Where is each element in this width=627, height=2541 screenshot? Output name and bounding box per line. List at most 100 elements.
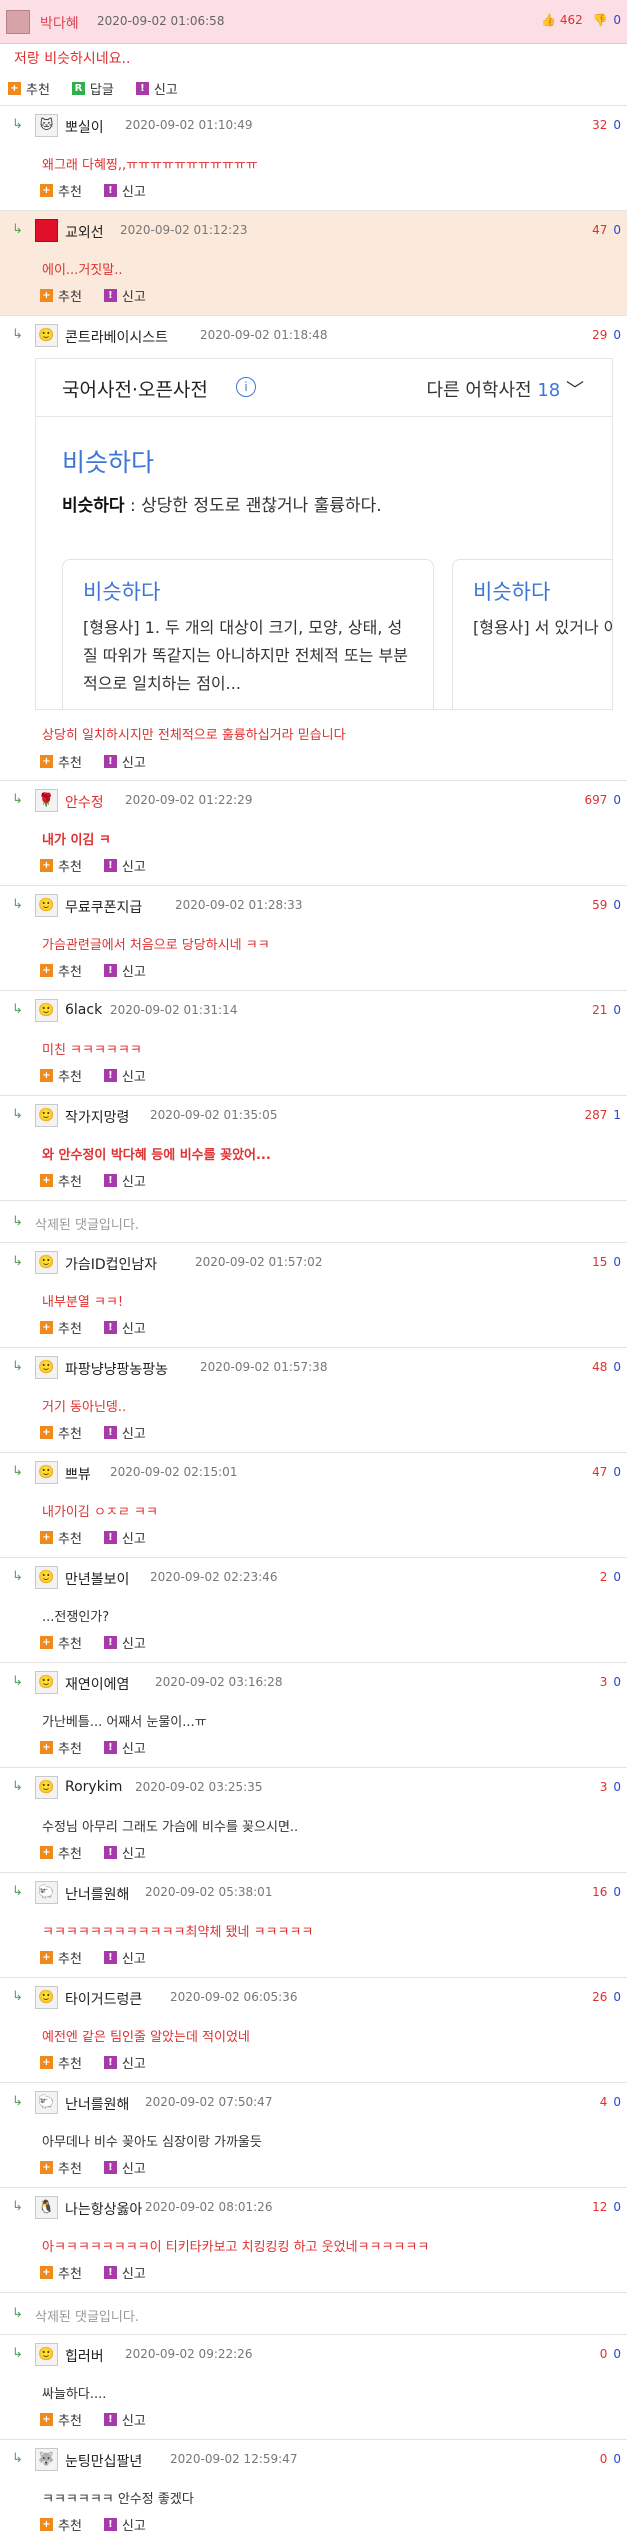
report-button[interactable]: ! 신고 — [103, 1423, 146, 1442]
down-count[interactable]: 0 — [613, 2095, 621, 2109]
down-count[interactable]: 0 — [613, 1465, 621, 1479]
reply-button[interactable]: R 답글 — [71, 79, 114, 98]
thumbs-down-icon[interactable]: 👎 — [593, 13, 608, 27]
down-count[interactable]: 0 — [613, 1255, 621, 1269]
recommend-button[interactable]: + 추천 — [40, 856, 82, 875]
up-count[interactable]: 287 — [584, 1108, 607, 1122]
avatar[interactable]: 🙂 — [35, 1251, 58, 1274]
avatar[interactable]: 🙂 — [35, 2343, 58, 2366]
recommend-button[interactable]: + 추천 — [40, 2158, 82, 2177]
recommend-button[interactable]: + 추천 — [40, 1633, 82, 1652]
report-button[interactable]: ! 신고 — [103, 2263, 146, 2282]
dictionary-card[interactable]: 비슷하다 [형용사] 1. 두 개의 대상이 크기, 모양, 상태, 성질 따위… — [62, 559, 434, 709]
down-count[interactable]: 0 — [613, 2347, 621, 2361]
up-count[interactable]: 26 — [592, 1990, 607, 2004]
comment-nick[interactable]: 힙러버 — [65, 2346, 104, 2366]
report-button[interactable]: ! 신고 — [103, 1066, 146, 1085]
avatar[interactable]: 🙂 — [35, 1566, 58, 1589]
recommend-button[interactable]: + 추천 — [40, 1066, 82, 1085]
up-count[interactable]: 47 — [592, 223, 607, 237]
report-button[interactable]: ! 신고 — [103, 856, 146, 875]
avatar[interactable]: 🌹 — [35, 789, 58, 812]
report-button[interactable]: ! 신고 — [103, 1738, 146, 1757]
up-count[interactable]: 32 — [592, 118, 607, 132]
report-button[interactable]: ! 신고 — [103, 752, 146, 771]
recommend-button[interactable]: + 추천 — [40, 181, 82, 200]
down-count[interactable]: 0 — [613, 223, 621, 237]
up-count[interactable]: 48 — [592, 1360, 607, 1374]
up-count[interactable]: 47 — [592, 1465, 607, 1479]
avatar[interactable]: 🐧 — [35, 2196, 58, 2219]
comment-nick[interactable]: 난너를원해 — [65, 1884, 129, 1904]
recommend-button[interactable]: + 추천 — [40, 1738, 82, 1757]
down-count[interactable]: 0 — [613, 898, 621, 912]
comment-nick[interactable]: 교외선 — [65, 222, 104, 242]
avatar[interactable] — [35, 219, 58, 242]
up-count[interactable]: 4 — [600, 2095, 608, 2109]
down-count[interactable]: 0 — [613, 2452, 621, 2466]
report-button[interactable]: ! 신고 — [103, 2158, 146, 2177]
avatar[interactable]: 🐱 — [35, 114, 58, 137]
recommend-button[interactable]: + 추천 — [40, 1528, 82, 1547]
comment-nick[interactable]: 가슴ID컵인남자 — [65, 1254, 157, 1274]
comment-nick[interactable]: 나는항상옳아 — [65, 2199, 142, 2219]
recommend-button[interactable]: + 추천 — [40, 2410, 82, 2429]
report-button[interactable]: ! 신고 — [103, 181, 146, 200]
recommend-button[interactable]: + 추천 — [40, 752, 82, 771]
recommend-button[interactable]: + 추천 — [40, 2515, 82, 2534]
avatar[interactable]: 🐑 — [35, 1881, 58, 1904]
recommend-button[interactable]: + 추천 — [40, 1423, 82, 1442]
avatar[interactable]: 🙂 — [35, 1104, 58, 1127]
up-count[interactable]: 697 — [584, 793, 607, 807]
comment-nick[interactable]: 난너를원해 — [65, 2094, 129, 2114]
down-count[interactable]: 0 — [613, 1780, 621, 1794]
up-count[interactable]: 15 — [592, 1255, 607, 1269]
down-count[interactable]: 1 — [613, 1108, 621, 1122]
down-count[interactable]: 0 — [613, 793, 621, 807]
info-icon[interactable]: i — [236, 377, 256, 397]
down-count[interactable]: 0 — [613, 1360, 621, 1374]
report-button[interactable]: ! 신고 — [135, 79, 178, 98]
comment-nick[interactable]: 콘트라베이시스트 — [65, 327, 168, 347]
author-nick[interactable]: 박다혜 — [40, 13, 79, 33]
recommend-button[interactable]: + 추천 — [40, 1948, 82, 1967]
avatar[interactable]: 🙂 — [35, 1671, 58, 1694]
comment-nick[interactable]: 작가지망령 — [65, 1107, 129, 1127]
recommend-button[interactable]: + 추천 — [40, 1171, 82, 1190]
report-button[interactable]: ! 신고 — [103, 286, 146, 305]
avatar[interactable]: 🙂 — [35, 324, 58, 347]
recommend-button[interactable]: + 추천 — [40, 2263, 82, 2282]
up-count[interactable]: 29 — [592, 328, 607, 342]
recommend-button[interactable]: + 추천 — [8, 79, 50, 98]
down-count[interactable]: 0 — [613, 328, 621, 342]
avatar[interactable]: 🙂 — [35, 1986, 58, 2009]
down-count[interactable]: 0 — [613, 118, 621, 132]
report-button[interactable]: ! 신고 — [103, 1633, 146, 1652]
avatar[interactable]: 🙂 — [35, 1356, 58, 1379]
recommend-button[interactable]: + 추천 — [40, 961, 82, 980]
up-count[interactable]: 3 — [600, 1675, 608, 1689]
recommend-button[interactable]: + 추천 — [40, 286, 82, 305]
report-button[interactable]: ! 신고 — [103, 1843, 146, 1862]
report-button[interactable]: ! 신고 — [103, 1171, 146, 1190]
down-count[interactable]: 0 — [613, 1675, 621, 1689]
avatar[interactable]: 🙂 — [35, 1461, 58, 1484]
comment-nick[interactable]: 파팡냥냥팡농팡농 — [65, 1359, 168, 1379]
dictionary-word[interactable]: 비슷하다 — [62, 443, 154, 479]
up-count[interactable]: 12 — [592, 2200, 607, 2214]
comment-nick[interactable]: Rorykim — [65, 1779, 122, 1795]
comment-nick[interactable]: 재연이에염 — [65, 1674, 129, 1694]
dictionary-card[interactable]: 비슷하다 [형용사] 서 있거나 아니하고 한쪽으로... — [452, 559, 612, 709]
up-count[interactable]: 0 — [600, 2452, 608, 2466]
avatar[interactable]: 🙂 — [35, 894, 58, 917]
comment-nick[interactable]: 만년볼보이 — [65, 1569, 129, 1589]
recommend-button[interactable]: + 추천 — [40, 2053, 82, 2072]
comment-nick[interactable]: 무료쿠폰지급 — [65, 897, 142, 917]
down-count[interactable]: 0 — [613, 1003, 621, 1017]
report-button[interactable]: ! 신고 — [103, 1528, 146, 1547]
report-button[interactable]: ! 신고 — [103, 961, 146, 980]
recommend-button[interactable]: + 추천 — [40, 1318, 82, 1337]
comment-nick[interactable]: 안수정 — [65, 792, 104, 812]
comment-nick[interactable]: 타이거드렁큰 — [65, 1989, 142, 2009]
thumbs-up-icon[interactable]: 👍 — [541, 13, 556, 27]
